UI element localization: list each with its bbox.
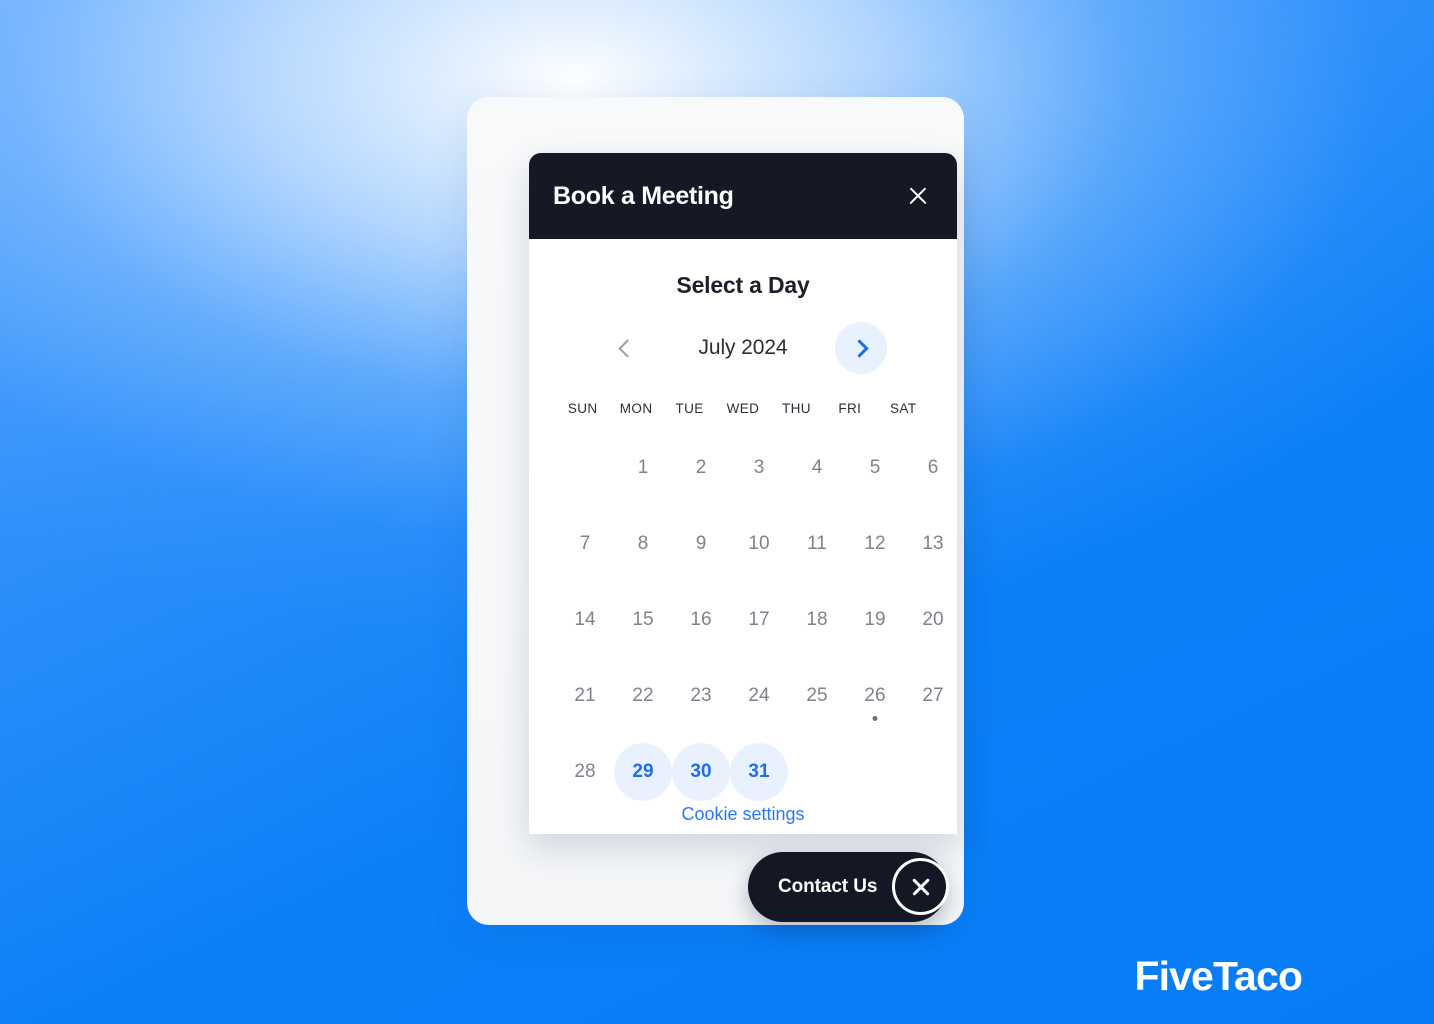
calendar-day-23: 23 [690, 685, 712, 706]
calendar-day-cell: 25 [788, 664, 846, 728]
calendar-day-8: 8 [637, 533, 649, 554]
calendar-day-13: 13 [922, 533, 944, 554]
weekday-header-row: SUN MON TUE WED THU FRI SAT [556, 394, 930, 424]
calendar-day-cell: 9 [672, 512, 730, 576]
calendar-day-18: 18 [806, 609, 828, 630]
calendar-day-4: 4 [811, 457, 823, 478]
calendar-day-cell: 18 [788, 588, 846, 652]
calendar-day-cell: 21 [556, 664, 614, 728]
calendar-day-cell: 11 [788, 512, 846, 576]
calendar-day-15: 15 [632, 609, 654, 630]
calendar-day-2: 2 [695, 457, 707, 478]
calendar-day-29[interactable]: 29 [614, 743, 672, 801]
contact-widget-close-icon[interactable] [892, 858, 949, 915]
calendar-day-21: 21 [574, 685, 596, 706]
calendar-day-cell: 22 [614, 664, 672, 728]
calendar-day-cell: 31 [730, 740, 788, 804]
calendar-day-3: 3 [753, 457, 765, 478]
calendar-day-cell: 16 [672, 588, 730, 652]
calendar-week-row: 28 29 30 31 [556, 740, 930, 804]
cookie-settings-link[interactable]: Cookie settings [681, 804, 804, 824]
calendar-day-1: 1 [637, 457, 649, 478]
calendar-day-cell: 4 [788, 436, 846, 500]
calendar-day-24: 24 [748, 685, 770, 706]
calendar-day-cell [788, 740, 846, 804]
calendar-day-cell: 10 [730, 512, 788, 576]
chevron-right-icon [849, 338, 869, 358]
calendar-day-cell: 7 [556, 512, 614, 576]
calendar-day-6: 6 [927, 457, 939, 478]
calendar-weeks: 1 2 3 4 5 6 7 8 9 10 11 12 13 14 15 16 17 18 19 20 21 22 23 24 2… [556, 436, 944, 804]
calendar-day-cell: 28 [556, 740, 614, 804]
weekday-label: SAT [890, 401, 917, 416]
calendar-day-cell: 6 [904, 436, 957, 500]
calendar-day-11: 11 [807, 533, 827, 554]
close-icon[interactable] [901, 179, 935, 213]
calendar-day-19: 19 [864, 609, 886, 630]
calendar-grid: SUN MON TUE WED THU FRI SAT 1 2 3 4 5 6 7 8 9 10 1… [529, 394, 957, 804]
calendar-day-31[interactable]: 31 [730, 743, 788, 801]
dialog-header: Book a Meeting [529, 153, 957, 239]
calendar-day-27: 27 [922, 685, 944, 706]
dialog-body: Select a Day July 2024 SUN MON TUE WED T… [529, 239, 957, 834]
weekday-label: WED [726, 401, 760, 416]
calendar-day-9: 9 [695, 533, 707, 554]
book-a-meeting-dialog: Book a Meeting Select a Day July 2024 SU… [529, 153, 957, 834]
today-indicator-dot [872, 716, 878, 721]
contact-us-label: Contact Us [778, 876, 878, 897]
calendar-day-cell: 8 [614, 512, 672, 576]
calendar-day-14: 14 [574, 609, 596, 630]
calendar-day-cell: 23 [672, 664, 730, 728]
calendar-day-cell: 2 [672, 436, 730, 500]
calendar-day-cell: 29 [614, 740, 672, 804]
calendar-day-30[interactable]: 30 [672, 743, 730, 801]
calendar-day-cell: 20 [904, 588, 957, 652]
dialog-title: Book a Meeting [553, 181, 734, 210]
calendar-day-cell [904, 740, 957, 804]
calendar-day-cell: 13 [904, 512, 957, 576]
weekday-label: MON [619, 401, 653, 416]
previous-month-button[interactable] [599, 322, 651, 374]
calendar-week-row: 21 22 23 24 25 26 27 [556, 664, 944, 728]
weekday-label: SUN [567, 401, 598, 416]
calendar-day-cell: 27 [904, 664, 957, 728]
calendar-week-row: 14 15 16 17 18 19 20 [556, 588, 943, 652]
calendar-day-28: 28 [574, 761, 596, 782]
calendar-day-22: 22 [632, 685, 654, 706]
calendar-week-row: 7 8 9 10 11 12 13 [556, 512, 944, 576]
calendar-day-cell: 26 [846, 664, 904, 728]
weekday-label: FRI [838, 401, 862, 416]
calendar-day-cell: 15 [614, 588, 672, 652]
calendar-day-25: 25 [806, 685, 828, 706]
next-month-button[interactable] [835, 322, 887, 374]
calendar-day-5: 5 [869, 457, 881, 478]
calendar-day-cell: 3 [730, 436, 788, 500]
calendar-day-cell: 24 [730, 664, 788, 728]
calendar-day-cell: 5 [846, 436, 904, 500]
dialog-footer: Cookie settings [529, 804, 957, 834]
calendar-day-cell: 30 [672, 740, 730, 804]
calendar-day-cell: 14 [556, 588, 614, 652]
calendar-day-16: 16 [690, 609, 712, 630]
calendar-day-cell: 12 [846, 512, 904, 576]
calendar-day-cell [846, 740, 904, 804]
calendar-day-cell: 1 [614, 436, 672, 500]
calendar-week-row: 1 2 3 4 5 6 [556, 436, 939, 500]
month-navigation: July 2024 [529, 322, 957, 374]
weekday-label: THU [781, 401, 811, 416]
calendar-day-17: 17 [748, 609, 770, 630]
weekday-label: TUE [675, 401, 704, 416]
calendar-day-7: 7 [579, 533, 591, 554]
calendar-day-12: 12 [864, 533, 886, 554]
calendar-day-cell: 19 [846, 588, 904, 652]
calendar-day-20: 20 [922, 609, 944, 630]
calendar-day-cell [556, 436, 614, 500]
brand-logo: FiveTaco [1134, 953, 1303, 999]
page-title: Select a Day [676, 272, 810, 298]
calendar-day-cell: 17 [730, 588, 788, 652]
current-month-label: July 2024 [698, 336, 788, 359]
calendar-day-10: 10 [748, 533, 770, 554]
chevron-left-icon [617, 338, 637, 358]
